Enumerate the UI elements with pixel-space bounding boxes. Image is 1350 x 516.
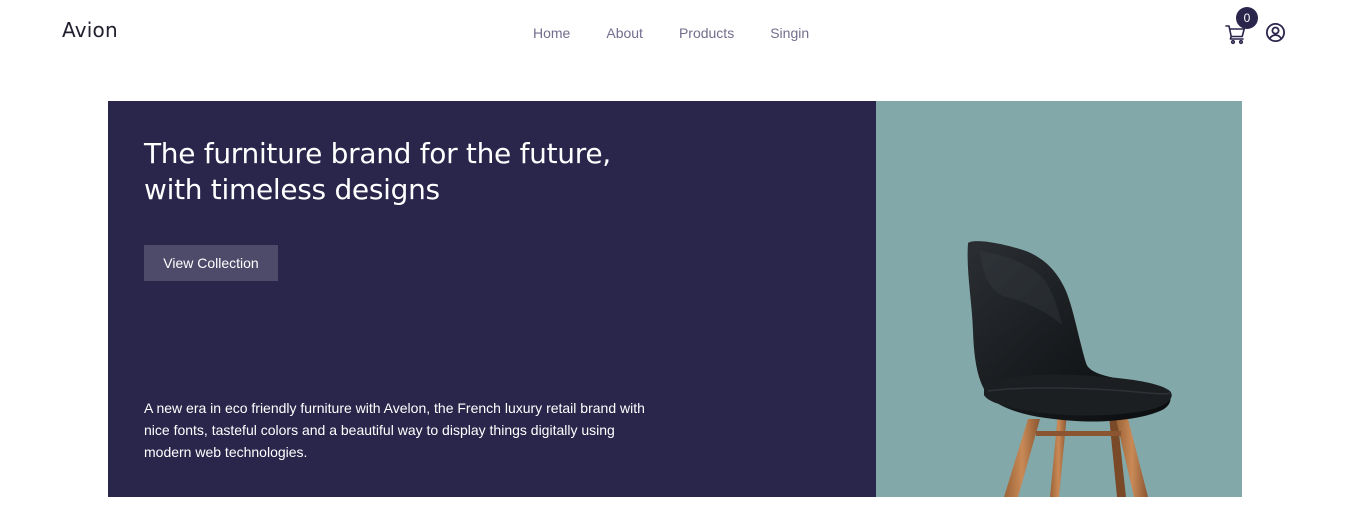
nav-link-signin[interactable]: Singin xyxy=(770,25,809,41)
hero-panel: The furniture brand for the future, with… xyxy=(108,101,876,497)
cart-count-badge: 0 xyxy=(1236,7,1258,29)
chair-image xyxy=(967,241,1172,497)
main-nav: Home About Products Singin xyxy=(533,25,809,41)
user-circle-icon[interactable] xyxy=(1265,22,1286,43)
brand-logo[interactable]: Avion xyxy=(62,18,118,42)
hero-image-panel xyxy=(876,101,1242,497)
view-collection-button[interactable]: View Collection xyxy=(144,245,278,281)
site-header: Avion Home About Products Singin 0 xyxy=(0,0,1350,66)
nav-link-home[interactable]: Home xyxy=(533,25,570,41)
hero-description: A new era in eco friendly furniture with… xyxy=(144,400,645,460)
hero-title: The furniture brand for the future, with… xyxy=(144,137,611,206)
page: Avion Home About Products Singin 0 The f… xyxy=(0,0,1350,516)
nav-link-products[interactable]: Products xyxy=(679,25,734,41)
nav-link-about[interactable]: About xyxy=(606,25,643,41)
